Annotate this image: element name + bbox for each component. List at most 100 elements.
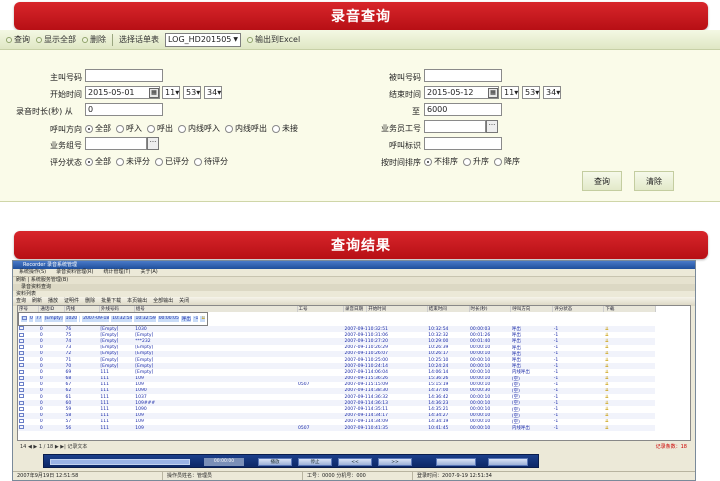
menu-item[interactable]: 统计管理(T) <box>103 269 130 276</box>
table-cell: -1 <box>552 425 604 432</box>
end-sec-select[interactable]: 34 ▾ <box>543 86 561 99</box>
forward-button[interactable]: >> <box>378 458 412 466</box>
table-cell: 77 <box>34 315 42 323</box>
direction-out-radio[interactable]: 呼出 <box>147 123 173 134</box>
play-button[interactable]: 播放 <box>258 458 292 466</box>
results-banner: 查询结果 <box>14 231 708 259</box>
window-tab[interactable]: 录音资料查询 <box>13 284 695 291</box>
pager: 14 ◀ ▶ 1 / 18 ▶ ▶| 记录文本 记录条数：18 <box>17 444 691 451</box>
start-hour-select[interactable]: 11 ▾ <box>162 86 180 99</box>
end-hour-select[interactable]: 11 ▾ <box>501 86 519 99</box>
query-button[interactable]: 查询 <box>582 171 622 191</box>
table-select[interactable]: LOG_HD201505 ▼ <box>165 32 241 47</box>
menu-item[interactable]: 关于(A) <box>140 269 157 276</box>
table-row[interactable]: 05611110905072007-09-1310:41:3510:41:450… <box>18 425 690 432</box>
rewind-button[interactable]: << <box>338 458 372 466</box>
row-checkbox[interactable] <box>19 326 24 331</box>
call-id-input[interactable] <box>424 137 502 150</box>
score-all-radio[interactable]: 全部 <box>85 156 111 167</box>
progress-bar[interactable] <box>50 459 190 465</box>
volume-slider[interactable] <box>436 458 476 466</box>
end-min-select[interactable]: 53 ▾ <box>522 86 540 99</box>
window-toolbar: 刷新 | 系统服务管理(B) <box>13 276 695 284</box>
start-sec-select[interactable]: 34 ▾ <box>204 86 222 99</box>
chevron-down-icon: ▼ <box>233 36 239 43</box>
agent-id-input[interactable] <box>424 120 486 133</box>
row-checkbox[interactable] <box>19 351 24 356</box>
callee-input[interactable] <box>424 69 502 82</box>
query-tool[interactable]: 查询 <box>6 34 30 45</box>
ellipsis-icon[interactable]: ··· <box>486 120 498 133</box>
row-checkbox[interactable] <box>19 332 24 337</box>
column-header[interactable]: 工号 <box>297 306 344 312</box>
row-checkbox[interactable] <box>19 375 24 380</box>
row-checkbox[interactable] <box>19 338 24 343</box>
row-checkbox[interactable] <box>19 369 24 374</box>
direction-in-radio[interactable]: 呼入 <box>116 123 142 134</box>
row-checkbox[interactable] <box>19 363 24 368</box>
direction-internal-out-radio[interactable]: 内线呼出 <box>225 123 267 134</box>
menu-item[interactable]: 系统操作(S) <box>19 269 46 276</box>
direction-internal-in-radio[interactable]: 内线呼入 <box>178 123 220 134</box>
duration-to-input[interactable]: 6000 <box>424 103 502 116</box>
export-tool[interactable]: 输出到Excel <box>247 34 300 45</box>
download-icon[interactable]: ⇊ <box>603 425 656 432</box>
ellipsis-icon[interactable]: ··· <box>147 137 159 150</box>
row-checkbox[interactable] <box>19 344 24 349</box>
table-cell: 10:32:59 <box>134 315 156 323</box>
direction-all-radio[interactable]: 全部 <box>85 123 111 134</box>
row-checkbox[interactable] <box>19 412 24 417</box>
column-header[interactable]: 下载 <box>603 306 656 312</box>
group-input[interactable] <box>85 137 147 150</box>
sort-none-radio[interactable]: 不排序 <box>424 156 458 167</box>
start-time-label: 开始时间 <box>50 90 82 99</box>
table-cell: 00:00:10 <box>469 425 511 432</box>
table-cell: 2007-09-18 <box>343 338 367 345</box>
table-row[interactable]: 0 77 [Empty] 1020 2007-09-18 10:32:54 10:32:59… <box>18 312 209 326</box>
column-header[interactable]: 呼叫方向 <box>510 306 554 312</box>
row-checkbox[interactable] <box>19 357 24 362</box>
table-cell <box>79 315 81 323</box>
score-rated-radio[interactable]: 已评分 <box>155 156 189 167</box>
status-datetime: 2007年9月19日 12:51:58 <box>13 472 163 480</box>
speed-slider[interactable] <box>488 458 528 466</box>
calendar-icon[interactable]: ▦ <box>149 88 159 98</box>
toolbar-divider <box>112 33 113 46</box>
row-checkbox[interactable] <box>19 406 24 411</box>
chevron-down-icon: ▾ <box>196 88 201 97</box>
table-cell: 10:41:35 <box>366 425 428 432</box>
table-cell: 2007-09-13 <box>344 369 367 375</box>
duration-from-input[interactable]: 0 <box>85 103 163 116</box>
delete-tool[interactable]: 删除 <box>82 34 106 45</box>
download-icon[interactable]: ⇊ <box>200 315 206 323</box>
row-checkbox[interactable] <box>19 382 24 387</box>
row-checkbox[interactable] <box>19 425 24 430</box>
column-header[interactable]: 开始时间 <box>366 306 428 312</box>
table-cell: 2007-09-18 <box>344 332 367 338</box>
pager-controls[interactable]: 14 ◀ ▶ 1 / 18 ▶ ▶| 记录文本 <box>20 444 87 450</box>
row-checkbox[interactable] <box>19 394 24 399</box>
sort-desc-radio[interactable]: 降序 <box>494 156 520 167</box>
chevron-down-icon: ▾ <box>535 88 540 97</box>
calendar-icon[interactable]: ▦ <box>488 88 498 98</box>
sort-asc-radio[interactable]: 升序 <box>463 156 489 167</box>
caller-input[interactable] <box>85 69 163 82</box>
row-checkbox[interactable] <box>22 315 27 320</box>
column-header[interactable]: 时长(秒) <box>469 306 512 312</box>
caller-label: 主叫号码 <box>50 73 82 82</box>
row-checkbox[interactable] <box>19 400 24 405</box>
direction-missed-radio[interactable]: 未接 <box>272 123 298 134</box>
start-min-select[interactable]: 53 ▾ <box>183 86 201 99</box>
clear-button[interactable]: 清除 <box>634 171 674 191</box>
row-checkbox[interactable] <box>19 388 24 393</box>
column-header[interactable]: 录音日期 <box>343 306 368 312</box>
show-all-tool[interactable]: 显示全部 <box>36 34 76 45</box>
stop-button[interactable]: 停止 <box>298 458 332 466</box>
menu-item[interactable]: 录音资料管理(R) <box>56 269 93 276</box>
table-cell: 2007-09-13 <box>343 375 367 382</box>
column-header[interactable]: 评分状态 <box>552 306 605 312</box>
score-pending-radio[interactable]: 待评分 <box>194 156 228 167</box>
row-checkbox[interactable] <box>19 419 24 424</box>
column-header[interactable]: 结束时间 <box>427 306 470 312</box>
score-unrated-radio[interactable]: 未评分 <box>116 156 150 167</box>
